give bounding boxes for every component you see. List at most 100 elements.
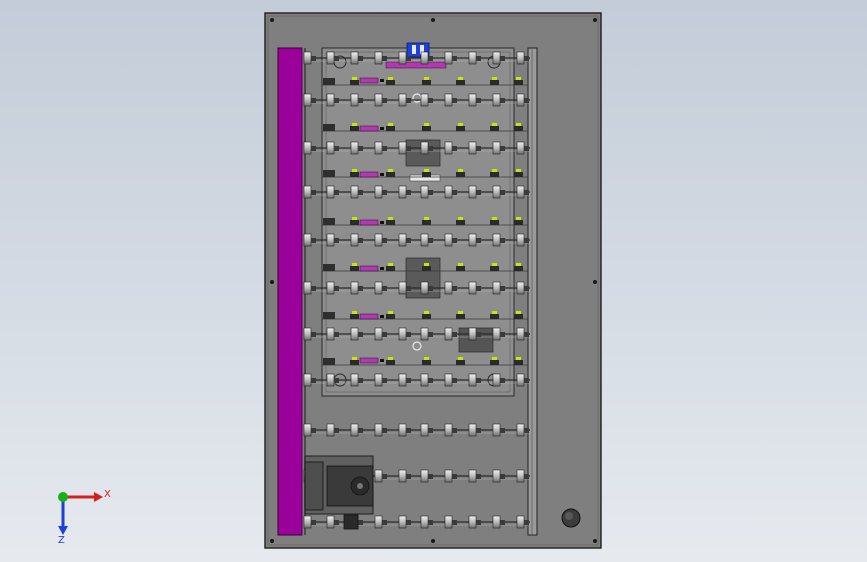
roller (420, 469, 429, 483)
sensor-tip (516, 311, 521, 314)
x-axis-arrow (94, 492, 103, 502)
sensor-tip (424, 263, 429, 266)
roller (303, 373, 312, 387)
sensor-tip (424, 169, 429, 172)
coordinate-triad: X Z (58, 489, 111, 544)
roller (420, 141, 429, 155)
sensor-body (386, 220, 395, 225)
roller-bearing (406, 98, 411, 103)
sensor-tip (516, 357, 521, 360)
sensor-tip (388, 77, 393, 80)
roller-bearing (500, 190, 505, 195)
roller (303, 515, 312, 529)
roller-bearing (382, 146, 387, 151)
sensor-tip (388, 217, 393, 220)
roller (492, 281, 501, 295)
roller (468, 327, 477, 341)
sensor-tip (352, 77, 357, 80)
roller (374, 281, 383, 295)
roller (398, 373, 407, 387)
roller (326, 51, 335, 65)
roller (303, 327, 312, 341)
roller (492, 93, 501, 107)
right-rail[interactable] (527, 47, 538, 536)
roller-bearing (500, 238, 505, 243)
roller (468, 515, 477, 529)
roller-bearing (524, 474, 529, 479)
roller-bearing (311, 56, 316, 61)
sensor-body (456, 172, 465, 177)
roller (374, 469, 383, 483)
roller-bearing (428, 56, 433, 61)
roller (492, 141, 501, 155)
sensor-tip (458, 357, 463, 360)
roller (468, 233, 477, 247)
roller (326, 185, 335, 199)
roller-bearing (358, 146, 363, 151)
roller (468, 281, 477, 295)
roller-bearing (358, 286, 363, 291)
mounting-hole (270, 18, 274, 22)
roller-bearing (428, 332, 433, 337)
sensor-body (490, 266, 499, 271)
sensor-body (456, 220, 465, 225)
roller-bearing (358, 56, 363, 61)
sensor-head (323, 264, 335, 271)
cable-tag (359, 219, 379, 226)
sensor-tip (352, 169, 357, 172)
roller-bearing (524, 56, 529, 61)
roller-bearing (452, 428, 457, 433)
sensor-body (514, 80, 523, 85)
roller-bearing (428, 146, 433, 151)
roller-bearing (334, 238, 339, 243)
roller-bearing (382, 98, 387, 103)
roller-bearing (334, 332, 339, 337)
roller-bearing (382, 520, 387, 525)
roller-bearing (311, 98, 316, 103)
roller-bearing (500, 98, 505, 103)
roller (303, 51, 312, 65)
blue-connector-slot (412, 45, 416, 54)
z-axis-label: Z (58, 535, 65, 544)
roller-bearing (311, 520, 316, 525)
cad-viewport[interactable] (0, 0, 867, 562)
cable-tag (359, 77, 379, 84)
roller (350, 373, 359, 387)
sensor-head (323, 170, 335, 177)
sensor-body (456, 360, 465, 365)
cable-tag (359, 313, 379, 320)
cable-tag-plug (380, 267, 384, 270)
sensor-tip (424, 123, 429, 126)
sensor-body (514, 266, 523, 271)
roller-bearing (334, 56, 339, 61)
roller-bearing (500, 56, 505, 61)
roller-bearing (311, 332, 316, 337)
sensor-tip (352, 311, 357, 314)
roller-bearing (524, 190, 529, 195)
roller-bearing (524, 520, 529, 525)
roller (303, 281, 312, 295)
roller-bearing (476, 238, 481, 243)
roller-bearing (476, 520, 481, 525)
side-rail[interactable] (277, 47, 303, 536)
roller (444, 373, 453, 387)
roller (398, 185, 407, 199)
sensor-tip (492, 123, 497, 126)
cable-tag (359, 125, 379, 132)
roller (492, 469, 501, 483)
roller (326, 423, 335, 437)
roller-bearing (334, 190, 339, 195)
roller (516, 281, 525, 295)
roller-bearing (406, 428, 411, 433)
roller (492, 233, 501, 247)
roller-bearing (358, 428, 363, 433)
roller (420, 515, 429, 529)
sensor-tip (458, 123, 463, 126)
motor-mount (304, 461, 324, 511)
sensor-body (422, 360, 431, 365)
sensor-body (456, 80, 465, 85)
roller (398, 281, 407, 295)
roller (444, 233, 453, 247)
roller-bearing (428, 474, 433, 479)
roller-bearing (311, 378, 316, 383)
